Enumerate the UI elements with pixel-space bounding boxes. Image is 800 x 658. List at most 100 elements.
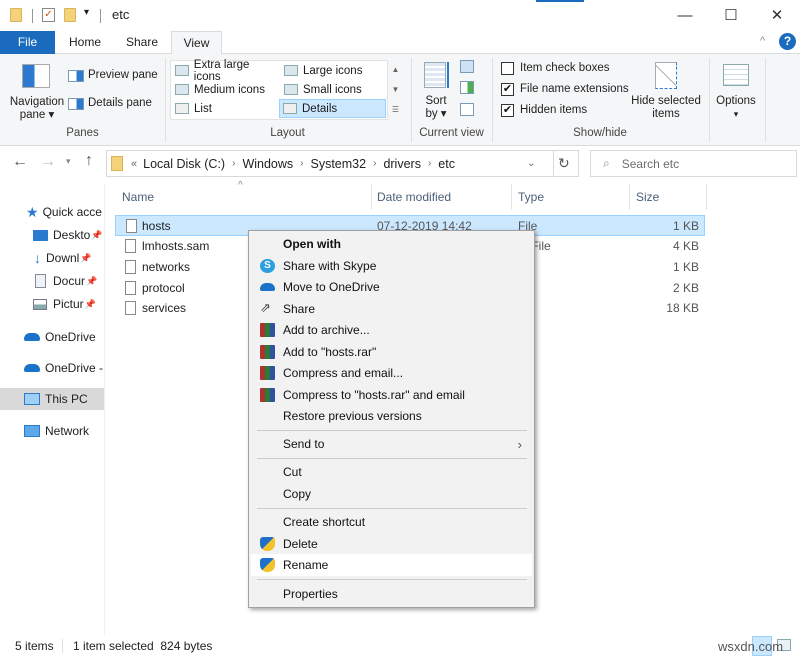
- menu-item-rename[interactable]: Rename: [251, 554, 532, 576]
- column-divider[interactable]: [629, 184, 630, 210]
- layout-label: Details: [302, 102, 338, 115]
- column-divider[interactable]: [511, 184, 512, 210]
- address-bar[interactable]: « Local Disk (C:) › Windows › System32 ›…: [106, 150, 579, 177]
- hide-selected-label: Hide selected: [631, 95, 701, 107]
- scroll-down-icon[interactable]: ▼: [389, 80, 402, 100]
- menu-label: Properties: [283, 587, 338, 601]
- layout-details[interactable]: Details: [279, 99, 386, 118]
- column-header-type[interactable]: Type: [518, 184, 628, 210]
- breadcrumb-system32[interactable]: System32: [311, 157, 367, 171]
- menu-item-compress-rar-email[interactable]: Compress to "hosts.rar" and email: [251, 384, 532, 406]
- menu-item-add-hosts-rar[interactable]: Add to "hosts.rar": [251, 341, 532, 363]
- close-button[interactable]: ✕: [754, 0, 800, 30]
- breadcrumb-separator-icon[interactable]: ›: [428, 158, 431, 169]
- sort-by-button[interactable]: Sort by ▾: [420, 95, 452, 121]
- menu-item-restore-versions[interactable]: Restore previous versions: [251, 405, 532, 427]
- menu-item-move-onedrive[interactable]: Move to OneDrive: [251, 276, 532, 298]
- maximize-button[interactable]: ☐: [708, 0, 754, 30]
- size-columns-button[interactable]: [460, 103, 474, 116]
- up-button[interactable]: ↑: [85, 152, 93, 170]
- menu-item-share-skype[interactable]: S Share with Skype: [251, 255, 532, 277]
- column-divider[interactable]: [371, 184, 372, 210]
- address-dropdown-icon[interactable]: ⌄: [527, 158, 535, 169]
- preview-pane-button[interactable]: Preview pane: [88, 69, 158, 81]
- expand-gallery-icon[interactable]: ☰: [389, 100, 402, 120]
- breadcrumb-separator-icon[interactable]: ›: [373, 158, 376, 169]
- layout-small-icons[interactable]: Small icons: [281, 80, 385, 99]
- breadcrumb-windows[interactable]: Windows: [242, 157, 293, 171]
- menu-item-properties[interactable]: Properties: [251, 583, 532, 605]
- column-header-date[interactable]: Date modified: [377, 184, 509, 210]
- layout-list[interactable]: List: [172, 99, 278, 118]
- breadcrumb-etc[interactable]: etc: [438, 157, 455, 171]
- menu-item-send-to[interactable]: Send to ›: [251, 433, 532, 455]
- menu-item-create-shortcut[interactable]: Create shortcut: [251, 511, 532, 533]
- details-pane-button[interactable]: Details pane: [88, 97, 152, 109]
- hide-selected-items-button[interactable]: Hide selected items: [630, 95, 702, 121]
- add-columns-button[interactable]: [460, 81, 474, 94]
- file-size: 18 KB: [666, 301, 699, 315]
- column-header-size[interactable]: Size: [636, 184, 706, 210]
- menu-label: Delete: [283, 537, 318, 551]
- item-check-boxes-checkbox[interactable]: [501, 62, 514, 75]
- search-box[interactable]: ⌕ Search etc: [590, 150, 797, 177]
- options-button[interactable]: Options ▾: [712, 95, 760, 121]
- column-divider[interactable]: [706, 184, 707, 210]
- menu-item-delete[interactable]: Delete: [251, 533, 532, 555]
- nav-onedrive[interactable]: OneDrive: [0, 326, 104, 348]
- tab-file[interactable]: File: [0, 31, 55, 54]
- overflow-icon[interactable]: «: [131, 158, 137, 170]
- hidden-items-checkbox[interactable]: ✔: [501, 104, 514, 117]
- pane-divider[interactable]: [104, 184, 105, 636]
- group-by-button[interactable]: [460, 60, 474, 73]
- menu-item-share[interactable]: ⇗ Share: [251, 298, 532, 320]
- group-divider: [709, 58, 710, 142]
- nav-downloads[interactable]: ↓ Downl 📌: [0, 247, 104, 269]
- breadcrumb-separator-icon[interactable]: ›: [300, 158, 303, 169]
- menu-item-copy[interactable]: Copy: [251, 483, 532, 505]
- uac-shield-icon: [260, 558, 275, 572]
- breadcrumb-separator-icon[interactable]: ›: [232, 158, 235, 169]
- layout-medium-icons[interactable]: Medium icons: [172, 80, 278, 99]
- refresh-icon[interactable]: ↻: [558, 155, 570, 172]
- scroll-up-icon[interactable]: ▲: [389, 60, 402, 80]
- menu-label: Send to: [283, 437, 325, 451]
- layout-extra-large-icons[interactable]: Extra large icons: [172, 58, 278, 83]
- breadcrumb-drivers[interactable]: drivers: [383, 157, 421, 171]
- navigation-pane-button[interactable]: Navigation pane ▾: [8, 96, 66, 122]
- new-folder-icon[interactable]: [64, 8, 76, 22]
- collapse-ribbon-icon[interactable]: ^: [760, 35, 765, 47]
- search-input[interactable]: Search etc: [622, 157, 679, 171]
- nav-network[interactable]: Network: [0, 420, 104, 442]
- tab-share[interactable]: Share: [116, 31, 168, 54]
- nav-desktop[interactable]: Deskto 📌: [0, 224, 104, 246]
- menu-item-cut[interactable]: Cut: [251, 461, 532, 483]
- nav-pictures[interactable]: Pictur 📌: [0, 293, 104, 315]
- nav-onedrive-business[interactable]: OneDrive -: [0, 357, 104, 379]
- help-icon[interactable]: ?: [779, 33, 796, 50]
- layout-large-icons[interactable]: Large icons: [281, 61, 385, 80]
- file-name-extensions-checkbox[interactable]: ✔: [501, 83, 514, 96]
- navigation-pane-icon: [22, 64, 50, 88]
- computer-icon: [24, 393, 40, 405]
- breadcrumb-local-disk[interactable]: Local Disk (C:): [143, 157, 225, 171]
- options-arrow-icon: ▾: [733, 109, 739, 119]
- column-header-name[interactable]: Name: [122, 184, 370, 210]
- layout-label: Extra large icons: [193, 58, 250, 83]
- recent-locations-button[interactable]: ▾: [66, 156, 71, 167]
- current-view-group-label: Current view: [419, 127, 484, 139]
- nav-quick-access[interactable]: ★ Quick acce: [0, 201, 104, 223]
- properties-icon[interactable]: ✓: [42, 8, 55, 22]
- menu-item-open-with[interactable]: Open with: [251, 233, 532, 255]
- back-button[interactable]: ←: [12, 153, 28, 171]
- tab-home[interactable]: Home: [60, 31, 110, 54]
- layout-scroll[interactable]: ▲ ▼ ☰: [389, 60, 402, 120]
- nav-documents[interactable]: Docur 📌: [0, 270, 104, 292]
- nav-this-pc[interactable]: This PC: [0, 388, 104, 410]
- menu-item-add-archive[interactable]: Add to archive...: [251, 319, 532, 341]
- minimize-button[interactable]: —: [662, 0, 708, 30]
- menu-item-compress-email[interactable]: Compress and email...: [251, 362, 532, 384]
- tab-view[interactable]: View: [171, 31, 222, 55]
- forward-button[interactable]: →: [40, 153, 56, 171]
- customize-qat-icon[interactable]: ▾: [84, 7, 89, 18]
